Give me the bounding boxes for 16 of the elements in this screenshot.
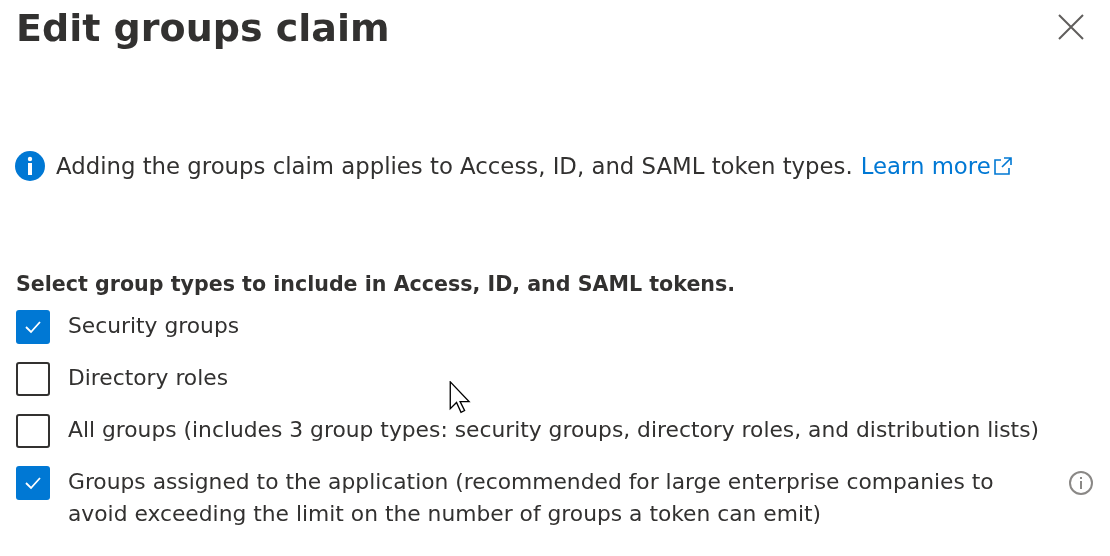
info-icon[interactable] (1068, 470, 1094, 496)
section-heading: Select group types to include in Access, ID, and SAML tokens. (16, 272, 737, 296)
cursor-icon (449, 381, 473, 415)
notice-text: Adding the groups claim applies to Access, ID, and SAML token types. (56, 153, 853, 179)
checkbox-label: Security groups (68, 312, 240, 340)
checkbox-label: Groups assigned to the application (recommended for large enterprise companies to avoid exceeding the limit on the number of groups a token can emit) (68, 468, 995, 528)
checkbox[interactable] (16, 466, 50, 500)
checkbox-label: Directory roles (68, 364, 229, 392)
checkbox-label: All groups (includes 3 group types: security groups, directory roles, and distribution lists) (68, 416, 1039, 444)
checkbox[interactable] (16, 310, 50, 344)
external-link-icon (992, 156, 1013, 176)
learn-more-link[interactable]: Learn more (860, 153, 1013, 179)
checkbox[interactable] (16, 362, 50, 396)
checkbox[interactable] (16, 414, 50, 448)
info-icon (14, 150, 46, 182)
panel-title: Edit groups claim (16, 5, 390, 52)
